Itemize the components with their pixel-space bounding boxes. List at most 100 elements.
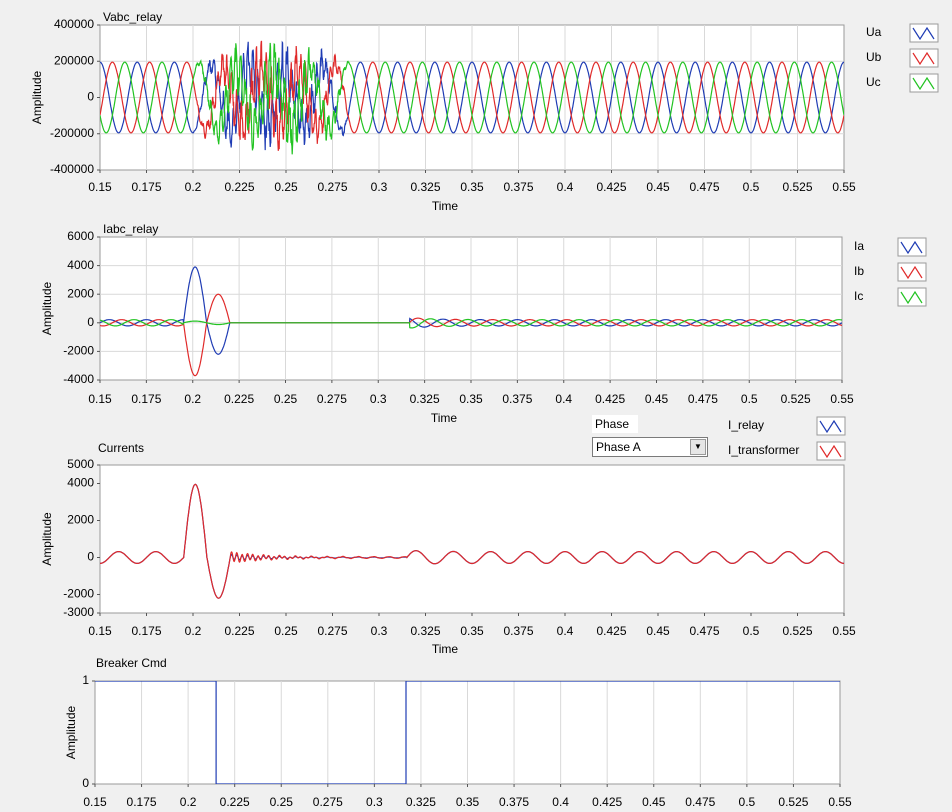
phase-label: Phase xyxy=(592,415,638,433)
x-tick-label: 0.275 xyxy=(313,795,343,809)
x-tick-label: 0.35 xyxy=(460,180,484,194)
x-tick-label: 0.2 xyxy=(185,624,202,638)
x-axis-label: Time xyxy=(432,642,459,656)
y-tick-label: -2000 xyxy=(63,587,94,601)
x-tick-label: 0.4 xyxy=(557,180,574,194)
y-tick-label: 400000 xyxy=(54,17,94,31)
y-tick-label: 0 xyxy=(87,550,94,564)
x-tick-label: 0.325 xyxy=(410,392,440,406)
x-tick-label: 0.45 xyxy=(642,795,666,809)
x-tick-label: 0.4 xyxy=(552,795,569,809)
x-tick-label: 0.525 xyxy=(782,624,812,638)
graph-4: Breaker Cmd 0.15 0.175 0.2 0.225 0.25 0.275 0.3… xyxy=(64,656,852,809)
x-tick-label: 0.275 xyxy=(317,392,347,406)
y-tick-label: 0 xyxy=(87,90,94,104)
x-tick-label: 0.55 xyxy=(832,624,856,638)
x-tick-label: 0.5 xyxy=(741,392,758,406)
x-tick-label: 0.4 xyxy=(557,624,574,638)
x-tick-label: 0.45 xyxy=(646,624,670,638)
graph-panel: Vabc_relay 0.15 0.175 0.2 0.225 0.25 0.275 0.3 0… xyxy=(30,10,939,809)
phase-control: Phase Phase A ▼ xyxy=(592,415,708,457)
y-tick-label: 0 xyxy=(87,315,94,329)
y-tick-label: -4000 xyxy=(63,372,94,386)
x-axis-label: Time xyxy=(431,411,458,425)
legend-label: Uc xyxy=(866,75,881,89)
x-tick-label: 0.15 xyxy=(88,624,112,638)
x-tick-label: 0.5 xyxy=(743,624,760,638)
x-tick-label: 0.425 xyxy=(596,180,626,194)
x-tick-label: 0.45 xyxy=(646,180,670,194)
dropdown-arrow-icon[interactable]: ▼ xyxy=(690,439,706,455)
x-tick-label: 0.525 xyxy=(782,180,812,194)
graph-title: Breaker Cmd xyxy=(96,656,167,670)
graph-2: Iabc_relay 0.15 0.175 0.2 0.225 0.25 0.275 0.3 0… xyxy=(40,222,927,425)
y-axis-label: Amplitude xyxy=(40,282,54,336)
x-tick-label: 0.175 xyxy=(131,624,161,638)
graph-1: Vabc_relay 0.15 0.175 0.2 0.225 0.25 0.275 0.3 0… xyxy=(30,10,939,213)
legend-label: Ia xyxy=(854,239,864,253)
y-tick-label: 4000 xyxy=(67,476,94,490)
x-tick-label: 0.2 xyxy=(184,392,201,406)
x-tick-label: 0.375 xyxy=(499,795,529,809)
y-tick-label: 2000 xyxy=(67,286,94,300)
x-tick-label: 0.475 xyxy=(689,624,719,638)
x-tick-label: 0.3 xyxy=(370,392,387,406)
x-tick-label: 0.325 xyxy=(410,180,440,194)
x-tick-label: 0.475 xyxy=(688,392,718,406)
x-tick-label: 0.5 xyxy=(743,180,760,194)
x-axis-label: Time xyxy=(432,199,459,213)
x-tick-label: 0.35 xyxy=(456,795,480,809)
legend-label: Ic xyxy=(854,289,863,303)
phase-dropdown[interactable]: Phase A ▼ xyxy=(592,437,708,457)
legend-label: I_relay xyxy=(728,418,764,432)
x-tick-label: 0.175 xyxy=(131,392,161,406)
x-tick-label: 0.425 xyxy=(592,795,622,809)
x-tick-label: 0.55 xyxy=(830,392,854,406)
x-tick-label: 0.4 xyxy=(555,392,572,406)
x-tick-label: 0.2 xyxy=(180,795,197,809)
x-tick-label: 0.475 xyxy=(689,180,719,194)
graph-title: Currents xyxy=(98,441,144,455)
x-tick-label: 0.175 xyxy=(127,795,157,809)
x-tick-label: 0.325 xyxy=(410,624,440,638)
x-tick-label: 0.55 xyxy=(832,180,856,194)
x-tick-label: 0.25 xyxy=(270,795,294,809)
y-tick-label: 1 xyxy=(82,673,89,687)
x-tick-label: 0.15 xyxy=(88,180,112,194)
y-axis-label: Amplitude xyxy=(64,706,78,760)
x-tick-label: 0.3 xyxy=(371,624,388,638)
x-tick-label: 0.25 xyxy=(274,392,298,406)
legend-label: I_transformer xyxy=(728,443,799,457)
y-tick-label: 200000 xyxy=(54,53,94,67)
graph-title: Iabc_relay xyxy=(103,222,158,236)
x-tick-label: 0.45 xyxy=(645,392,669,406)
y-tick-label: 0 xyxy=(82,776,89,790)
x-tick-label: 0.35 xyxy=(459,392,483,406)
y-axis-label: Amplitude xyxy=(40,512,54,566)
x-tick-label: 0.5 xyxy=(739,795,756,809)
plot-area xyxy=(99,464,845,614)
x-tick-label: 0.225 xyxy=(224,180,254,194)
x-tick-label: 0.475 xyxy=(685,795,715,809)
x-tick-label: 0.25 xyxy=(274,624,298,638)
x-tick-label: 0.375 xyxy=(503,180,533,194)
x-tick-label: 0.325 xyxy=(406,795,436,809)
y-tick-label: 2000 xyxy=(67,513,94,527)
y-tick-label: 4000 xyxy=(67,258,94,272)
x-tick-label: 0.425 xyxy=(595,392,625,406)
x-tick-label: 0.275 xyxy=(317,180,347,194)
x-tick-label: 0.275 xyxy=(317,624,347,638)
y-tick-label: 5000 xyxy=(67,457,94,471)
x-tick-label: 0.3 xyxy=(371,180,388,194)
legend-label: Ib xyxy=(854,264,864,278)
x-tick-label: 0.175 xyxy=(131,180,161,194)
x-tick-label: 0.35 xyxy=(460,624,484,638)
legend-label: Ua xyxy=(866,25,882,39)
graph-3: Currents 0.15 0.175 0.2 0.225 0.25 0.275 0.3 0.3… xyxy=(40,416,856,656)
phase-selected-value: Phase A xyxy=(596,440,641,454)
x-tick-label: 0.425 xyxy=(596,624,626,638)
graph-title: Vabc_relay xyxy=(103,10,162,24)
x-tick-label: 0.3 xyxy=(366,795,383,809)
x-tick-label: 0.2 xyxy=(185,180,202,194)
x-tick-label: 0.15 xyxy=(83,795,107,809)
